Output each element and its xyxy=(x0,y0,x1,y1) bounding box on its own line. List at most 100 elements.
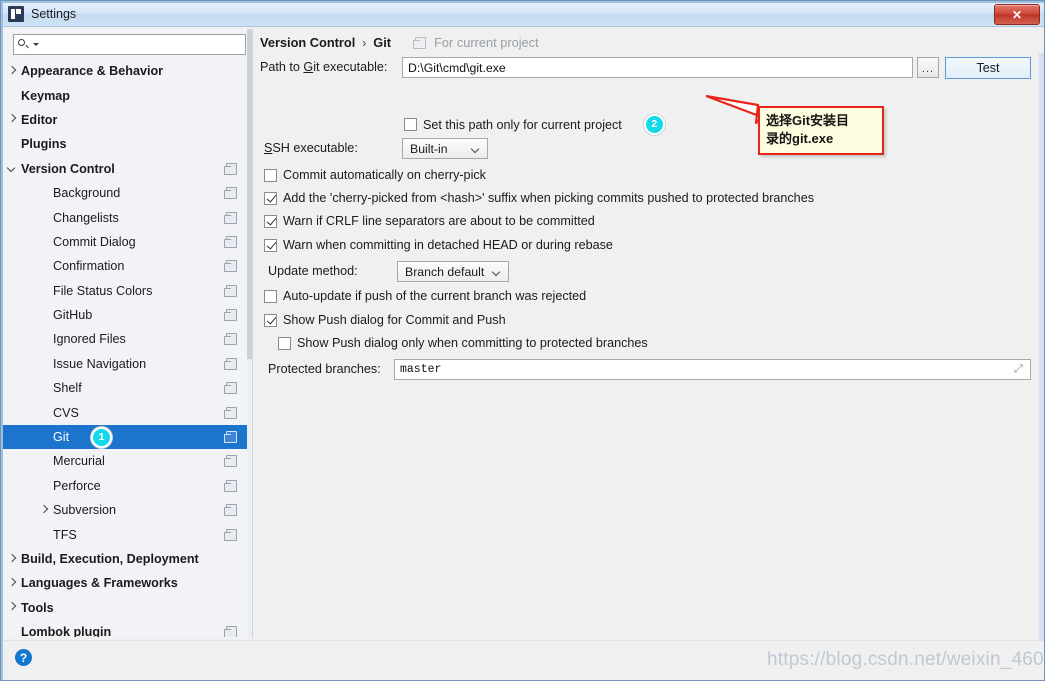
sidebar-item-github[interactable]: GitHub xyxy=(3,303,251,327)
checkbox[interactable] xyxy=(264,238,277,252)
checkbox-label: Warn if CRLF line separators are about t… xyxy=(283,214,595,228)
sidebar-item-ignored-files[interactable]: Ignored Files xyxy=(3,327,251,351)
copy-settings-icon[interactable] xyxy=(224,357,237,370)
copy-settings-icon[interactable] xyxy=(224,187,237,200)
chevron-right-icon[interactable] xyxy=(7,67,16,76)
sidebar-item-issue-navigation[interactable]: Issue Navigation xyxy=(3,352,251,376)
sidebar-item-lombok-plugin[interactable]: Lombok plugin xyxy=(3,620,251,637)
copy-settings-icon[interactable] xyxy=(224,504,237,517)
sidebar-item-perforce[interactable]: Perforce xyxy=(3,474,251,498)
sidebar-item-confirmation[interactable]: Confirmation xyxy=(3,254,251,278)
expand-icon[interactable]: ⤢ xyxy=(1014,364,1025,375)
sidebar-item-keymap[interactable]: Keymap xyxy=(3,83,251,107)
sidebar-item-plugins[interactable]: Plugins xyxy=(3,132,251,156)
copy-settings-icon[interactable] xyxy=(224,626,237,637)
copy-settings-icon[interactable] xyxy=(224,431,237,444)
checkbox-label: Commit automatically on cherry-pick xyxy=(283,168,486,182)
sidebar-item-tools[interactable]: Tools xyxy=(3,596,251,620)
sidebar-item-shelf[interactable]: Shelf xyxy=(3,376,251,400)
sidebar-item-background[interactable]: Background xyxy=(3,181,251,205)
dialog-body: Appearance & Behavior Keymap Editor Plugins… xyxy=(1,27,1044,666)
sidebar-item-label: TFS xyxy=(53,527,77,542)
sidebar-item-file-status-colors[interactable]: File Status Colors xyxy=(3,279,251,303)
help-icon[interactable]: ? xyxy=(15,649,32,666)
chevron-right-icon[interactable] xyxy=(7,115,16,124)
show-push-nested-checkbox[interactable] xyxy=(278,336,291,350)
sidebar-item-version-control[interactable]: Version Control xyxy=(3,157,251,181)
set-path-only-row[interactable]: Set this path only for current project 2 xyxy=(404,114,665,135)
sidebar-item-changelists[interactable]: Changelists xyxy=(3,205,251,229)
sidebar-item-label: Git xyxy=(53,430,70,445)
sidebar-item-languages-frameworks[interactable]: Languages & Frameworks xyxy=(3,571,251,595)
close-icon[interactable]: ✕ xyxy=(994,4,1040,25)
sidebar-item-label: Perforce xyxy=(53,478,101,493)
sidebar-item-commit-dialog[interactable]: Commit Dialog xyxy=(3,230,251,254)
sidebar-scrollbar-thumb[interactable] xyxy=(247,29,252,359)
browse-button[interactable]: ... xyxy=(917,57,939,78)
checkbox-row[interactable]: Warn when committing in detached HEAD or… xyxy=(264,238,613,252)
copy-settings-icon[interactable] xyxy=(224,382,237,395)
git-settings-panel: Version Control › Git For current projec… xyxy=(254,29,1044,638)
copy-settings-icon[interactable] xyxy=(224,406,237,419)
sidebar-item-cvs[interactable]: CVS xyxy=(3,400,251,424)
sidebar-item-label: Shelf xyxy=(53,381,82,396)
search-input[interactable] xyxy=(39,37,245,52)
sidebar-scrollbar[interactable] xyxy=(247,29,252,638)
annotation-line-1: 选择Git安装目 xyxy=(766,113,850,128)
sidebar-item-label: Background xyxy=(53,186,121,201)
breadcrumb-separator-icon: › xyxy=(362,35,367,50)
chevron-right-icon[interactable] xyxy=(7,555,16,564)
checkbox[interactable] xyxy=(264,214,277,228)
copy-settings-icon[interactable] xyxy=(224,528,237,541)
copy-settings-icon[interactable] xyxy=(224,455,237,468)
settings-tree: Appearance & Behavior Keymap Editor Plugins… xyxy=(3,59,251,637)
checkbox[interactable] xyxy=(264,168,277,182)
sidebar-item-label: Subversion xyxy=(53,503,117,518)
checkbox-row[interactable]: Commit automatically on cherry-pick xyxy=(264,168,486,182)
sidebar-item-label: GitHub xyxy=(53,308,93,323)
copy-settings-icon[interactable] xyxy=(224,162,237,175)
sidebar-item-subversion[interactable]: Subversion xyxy=(3,498,251,522)
set-path-only-checkbox[interactable] xyxy=(404,118,417,131)
sidebar-item-tfs[interactable]: TFS xyxy=(3,522,251,546)
search-box[interactable] xyxy=(13,34,246,55)
sidebar-item-label: Changelists xyxy=(53,210,119,225)
sidebar-item-editor[interactable]: Editor xyxy=(3,108,251,132)
ssh-executable-combo[interactable]: Built-in xyxy=(402,138,488,159)
checkbox-row[interactable]: Warn if CRLF line separators are about t… xyxy=(264,214,595,228)
test-button[interactable]: Test xyxy=(945,57,1031,79)
copy-settings-icon[interactable] xyxy=(224,211,237,224)
sidebar-item-mercurial[interactable]: Mercurial xyxy=(3,449,251,473)
sidebar-item-label: Lombok plugin xyxy=(21,625,112,637)
settings-sidebar: Appearance & Behavior Keymap Editor Plugins… xyxy=(3,29,253,638)
sidebar-item-label: Mercurial xyxy=(53,454,105,469)
copy-settings-icon[interactable] xyxy=(224,333,237,346)
search-icon xyxy=(18,38,32,51)
checkbox[interactable] xyxy=(264,191,277,205)
show-push-nested-label: Show Push dialog only when committing to… xyxy=(297,336,648,350)
protected-branches-input[interactable] xyxy=(394,359,1031,380)
checkbox[interactable] xyxy=(264,313,277,327)
update-method-combo[interactable]: Branch default xyxy=(397,261,509,282)
copy-settings-icon[interactable] xyxy=(224,479,237,492)
sidebar-item-git[interactable]: Git 1 xyxy=(3,424,251,450)
checkbox-row[interactable]: Add the 'cherry-picked from <hash>' suff… xyxy=(264,191,814,205)
set-path-only-label: Set this path only for current project xyxy=(423,117,622,132)
chevron-down-icon[interactable] xyxy=(7,164,16,173)
sidebar-item-build-execution-deployment[interactable]: Build, Execution, Deployment xyxy=(3,547,251,571)
chevron-right-icon[interactable] xyxy=(7,579,16,588)
checkbox-row[interactable]: Auto-update if push of the current branc… xyxy=(264,289,586,303)
checkbox[interactable] xyxy=(264,289,277,303)
chevron-right-icon[interactable] xyxy=(39,506,48,515)
step-badge-2: 2 xyxy=(643,114,665,135)
git-path-input[interactable] xyxy=(402,57,913,78)
checkbox-row[interactable]: Show Push dialog for Commit and Push xyxy=(264,313,506,327)
copy-settings-icon[interactable] xyxy=(224,309,237,322)
show-push-nested-row[interactable]: Show Push dialog only when committing to… xyxy=(278,336,648,350)
copy-settings-icon[interactable] xyxy=(224,235,237,248)
copy-settings-icon[interactable] xyxy=(224,260,237,273)
breadcrumb-parent[interactable]: Version Control xyxy=(260,35,355,50)
chevron-right-icon[interactable] xyxy=(7,603,16,612)
sidebar-item-appearance-behavior[interactable]: Appearance & Behavior xyxy=(3,59,251,83)
copy-settings-icon[interactable] xyxy=(224,284,237,297)
